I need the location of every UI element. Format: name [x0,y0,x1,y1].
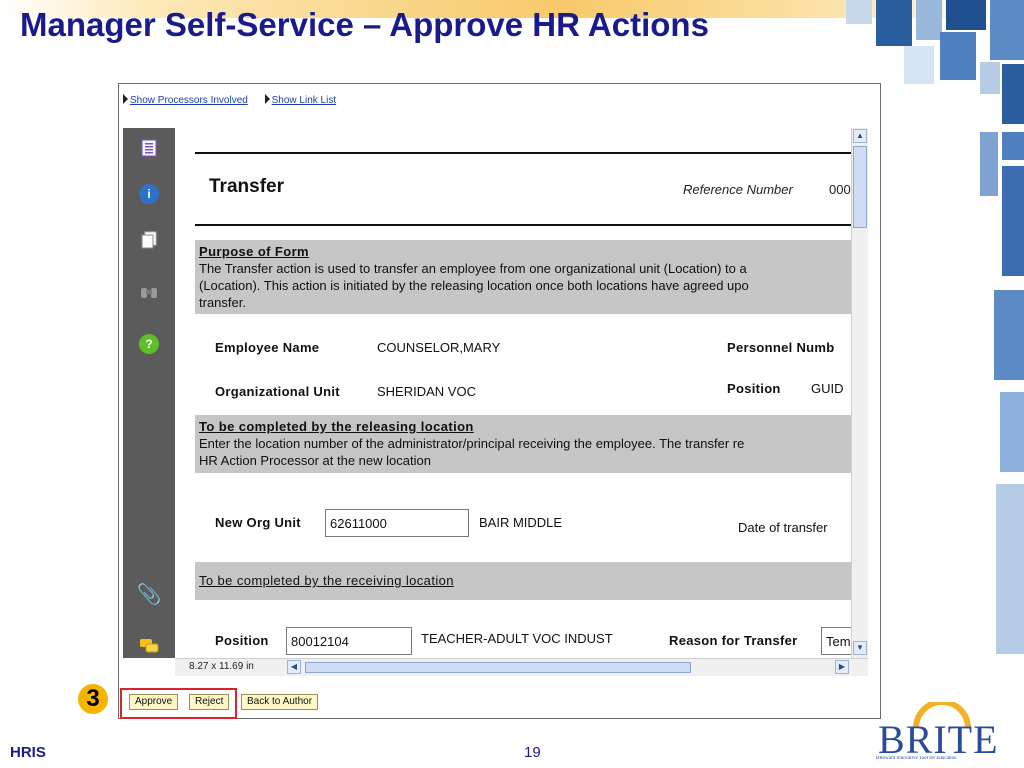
scroll-up-button[interactable]: ▲ [853,129,867,143]
expand-arrow-icon [123,94,128,104]
paperclip-icon[interactable]: 📎 [137,584,162,606]
page-thumbnail-icon[interactable] [139,138,159,158]
help-icon[interactable]: ? [139,334,159,354]
position-label: Position [727,381,781,396]
binoculars-icon[interactable] [139,282,159,302]
approve-reject-highlight [120,688,237,719]
show-link-list-link[interactable]: Show Link List [272,95,336,106]
form-title: Transfer [209,176,284,197]
back-to-author-button[interactable]: Back to Author [241,694,319,710]
comments-icon[interactable] [139,636,159,656]
new-org-unit-label: New Org Unit [215,515,301,530]
purpose-text: The Transfer action is used to transfer … [199,261,749,310]
reason-for-transfer-input[interactable]: Tem [821,627,851,655]
position-name: TEACHER-ADULT VOC INDUST [421,631,613,646]
position-label-receiving: Position [215,633,269,648]
position-input[interactable]: 80012104 [286,627,412,655]
releasing-location-section: To be completed by the releasing locatio… [195,415,851,473]
scroll-left-button[interactable]: ◀ [287,660,301,674]
slide-title: Manager Self-Service – Approve HR Action… [20,6,709,43]
receiving-heading: To be completed by the receiving locatio… [199,573,454,588]
purpose-heading: Purpose of Form [199,244,310,259]
personnel-number-label: Personnel Numb [727,340,835,355]
brite-logo: BRITE BRoward Innovative Tool for Educat… [876,700,1012,764]
organizational-unit-label: Organizational Unit [215,384,340,399]
brite-tagline: BRoward Innovative Tool for Education [876,756,957,761]
info-icon[interactable]: i [139,184,159,204]
vertical-scroll-thumb[interactable] [853,146,867,228]
expand-arrow-icon [264,94,270,104]
organizational-unit-value: SHERIDAN VOC [377,384,476,399]
scroll-right-button[interactable]: ▶ [835,660,849,674]
viewer-status-bar: 8.27 x 11.69 in ◀ ▶ [175,658,868,676]
pages-icon[interactable] [139,230,159,250]
hr-form-window: Show Processors Involved Show Link List … [118,83,881,719]
top-rule [195,152,851,154]
purpose-section: Purpose of Form The Transfer action is u… [195,240,851,314]
reference-number-value: 000 [829,182,851,197]
pdf-viewer-sidebar: i ? 📎 [123,128,175,658]
releasing-heading: To be completed by the releasing locatio… [199,419,474,434]
date-of-transfer-label: Date of transfer [738,520,828,535]
scroll-down-button[interactable]: ▼ [853,641,867,655]
vertical-scrollbar[interactable]: ▲ ▼ [851,128,868,658]
footer-label: HRIS [10,744,46,761]
employee-name-value: COUNSELOR,MARY [377,340,501,355]
page-size-readout: 8.27 x 11.69 in [189,661,254,672]
new-org-unit-input[interactable]: 62611000 [325,509,469,537]
link-bar: Show Processors Involved Show Link List [123,94,350,106]
brite-wordmark: BRITE [878,717,999,762]
page-number: 19 [524,744,541,761]
form-document: Transfer Reference Number 000 Purpose of… [175,128,851,658]
employee-name-label: Employee Name [215,340,320,355]
reference-number-label: Reference Number [683,182,793,197]
position-value: GUID [811,381,844,396]
new-org-unit-name: BAIR MIDDLE [479,515,563,530]
title-rule [195,224,851,226]
show-processors-link[interactable]: Show Processors Involved [130,95,248,106]
reason-for-transfer-label: Reason for Transfer [669,633,798,648]
receiving-location-section: To be completed by the receiving locatio… [195,562,851,600]
step-number-badge: 3 [78,684,108,714]
releasing-text: Enter the location number of the adminis… [199,436,745,468]
horizontal-scroll-thumb[interactable] [305,662,691,673]
